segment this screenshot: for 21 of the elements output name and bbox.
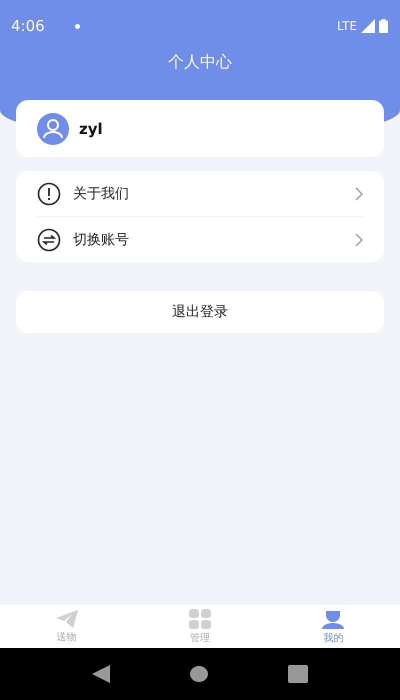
avatar-icon xyxy=(37,112,69,144)
status-time: 4:06 xyxy=(11,17,45,35)
paper-plane-icon xyxy=(56,610,78,628)
home-icon[interactable] xyxy=(190,666,208,682)
notification-dot-icon xyxy=(74,24,80,28)
grid-icon xyxy=(188,608,211,628)
back-icon[interactable] xyxy=(92,665,110,683)
username: zyl xyxy=(79,120,103,138)
profile-card[interactable]: zyl xyxy=(16,100,384,157)
logout-button[interactable]: 退出登录 xyxy=(16,291,384,333)
battery-icon xyxy=(379,19,388,33)
exclamation-icon xyxy=(37,182,61,206)
user-icon xyxy=(322,608,344,628)
menu-item[interactable]: 关于我们 xyxy=(37,171,363,216)
swap-icon xyxy=(37,228,61,252)
signal-icon xyxy=(361,19,375,33)
chevron-right-icon xyxy=(355,232,363,246)
menu-item[interactable]: 切换账号 xyxy=(37,216,363,262)
network-type: LTE xyxy=(337,19,357,33)
page-title: 个人中心 xyxy=(167,52,233,73)
chevron-right-icon xyxy=(355,186,363,200)
